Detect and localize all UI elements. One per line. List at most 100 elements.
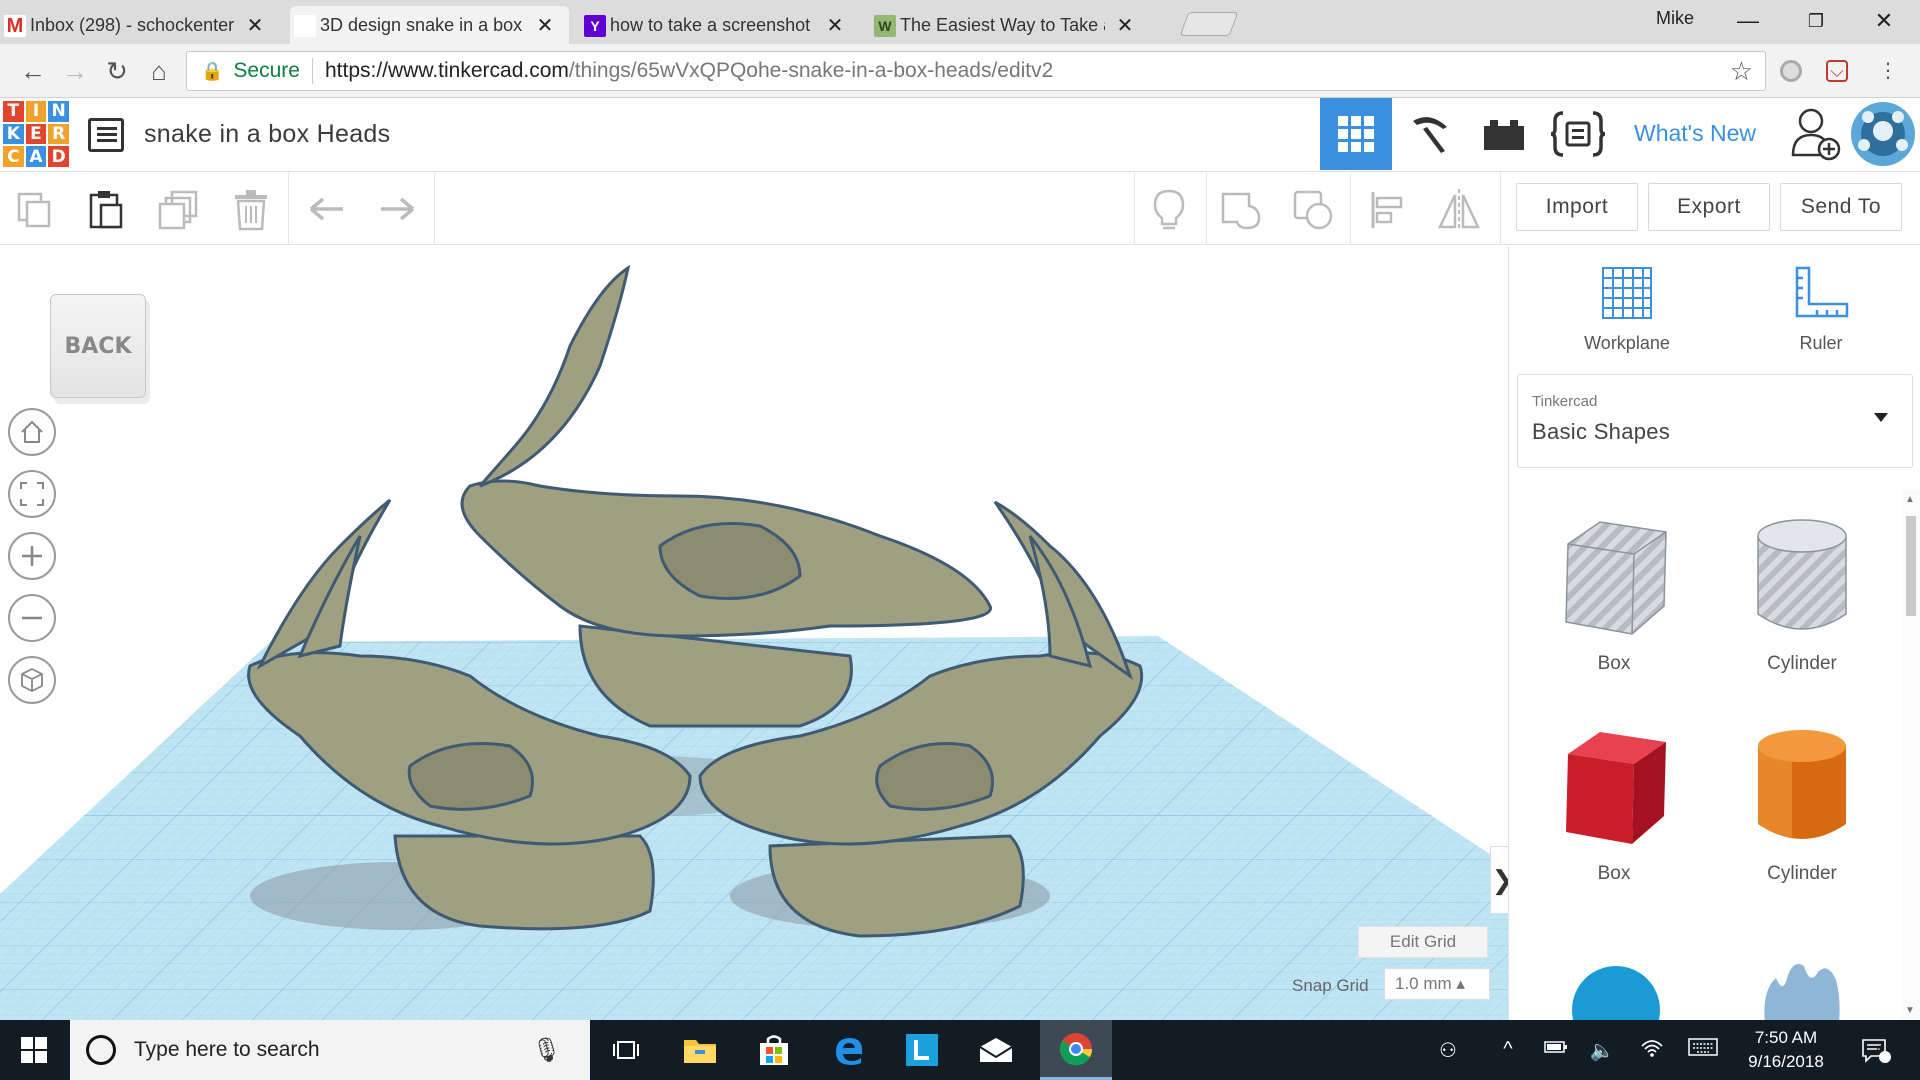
design-list-icon[interactable]: [88, 118, 124, 152]
lync-app-button[interactable]: [886, 1020, 958, 1080]
group-button[interactable]: [1218, 187, 1264, 233]
tab-title: The Easiest Way to Take a: [900, 14, 1105, 35]
profile-name[interactable]: Mike: [1656, 8, 1694, 29]
taskbar-clock[interactable]: 7:50 AM 9/16/2018: [1726, 1026, 1846, 1074]
forward-icon[interactable]: →: [60, 56, 90, 86]
home-icon: [21, 420, 43, 443]
undo-button[interactable]: [304, 187, 350, 233]
mirror-button[interactable]: [1436, 187, 1482, 233]
folder-icon: [684, 1040, 716, 1063]
shape-cylinder-hole[interactable]: Cylinder: [1717, 514, 1887, 675]
edge-button[interactable]: [812, 1020, 884, 1080]
mail-button[interactable]: [960, 1020, 1032, 1080]
action-center-icon[interactable]: 4: [1856, 1038, 1896, 1063]
zoom-out-button[interactable]: [8, 594, 56, 642]
chrome-button[interactable]: [1040, 1020, 1112, 1080]
workplane-icon: [1602, 267, 1652, 319]
taskbar-search-box[interactable]: Type here to search 🎙: [70, 1020, 590, 1080]
chevron-up-icon[interactable]: ^: [1494, 1038, 1522, 1062]
view-cube[interactable]: BACK: [50, 294, 146, 398]
delete-button[interactable]: [228, 187, 274, 233]
blocks-button[interactable]: [1394, 98, 1466, 170]
undo-icon: [309, 197, 343, 221]
minimize-button[interactable]: —: [1728, 6, 1768, 36]
perspective-button[interactable]: [8, 656, 56, 704]
striped-box-icon: [1565, 521, 1667, 635]
shape-cylinder[interactable]: Cylinder: [1717, 724, 1887, 885]
whats-new-link[interactable]: What's New: [1634, 120, 1756, 147]
panel-scrollbar[interactable]: ▲ ▼: [1902, 490, 1920, 1020]
tab-wikihow[interactable]: W The Easiest Way to Take a ✕: [870, 6, 1149, 44]
workplane-scene[interactable]: [0, 246, 1508, 1020]
zoom-in-button[interactable]: [8, 532, 56, 580]
3d-view-button[interactable]: [1320, 98, 1392, 170]
align-button[interactable]: [1364, 187, 1410, 233]
codeblocks-button[interactable]: [1542, 98, 1614, 170]
shape-box[interactable]: Box: [1529, 724, 1699, 885]
tinkercad-logo[interactable]: T I N K E R C A D: [3, 101, 69, 167]
microphone-icon[interactable]: 🎙: [532, 1036, 562, 1065]
ruler-icon: [1795, 266, 1849, 318]
store-button[interactable]: [738, 1020, 810, 1080]
paste-button[interactable]: [82, 187, 128, 233]
home-view-button[interactable]: [8, 408, 56, 456]
copy-button[interactable]: [12, 187, 58, 233]
plus-icon: [22, 546, 42, 566]
extension-circle-icon[interactable]: [1780, 60, 1802, 82]
avatar[interactable]: [1846, 98, 1920, 170]
reload-icon[interactable]: ↻: [102, 56, 132, 86]
volume-icon[interactable]: 🔈: [1588, 1038, 1616, 1062]
tab-gmail[interactable]: M Inbox (298) - schockenter ✕: [0, 6, 279, 44]
snap-grid-select[interactable]: 1.0 mm ▴: [1384, 968, 1490, 1000]
menu-dots-icon[interactable]: ⋮: [1874, 57, 1902, 85]
duplicate-button[interactable]: [156, 187, 202, 233]
red-box-icon: [1566, 732, 1666, 844]
edit-grid-button[interactable]: Edit Grid: [1358, 926, 1488, 958]
3d-workspace[interactable]: BACK Edit Grid Snap Grid 1.0 mm ▴ ❯: [0, 246, 1508, 1020]
codeblocks-icon: [1551, 111, 1605, 157]
pocket-extension-icon[interactable]: ⌵: [1826, 60, 1848, 82]
shape-library-dropdown[interactable]: Tinkercad Basic Shapes: [1517, 374, 1913, 468]
shape-scribble[interactable]: [1717, 952, 1887, 1020]
close-icon[interactable]: ✕: [245, 13, 265, 38]
scroll-down-icon[interactable]: ▼: [1905, 1005, 1915, 1016]
bookmark-star-icon[interactable]: ☆: [1730, 56, 1753, 87]
import-button[interactable]: Import: [1516, 183, 1638, 231]
close-icon[interactable]: ✕: [825, 13, 845, 38]
battery-icon[interactable]: [1542, 1038, 1570, 1062]
url-field[interactable]: 🔒 Secure https://www.tinkercad.com /thin…: [186, 51, 1766, 91]
keyboard-icon[interactable]: [1688, 1038, 1718, 1062]
add-user-icon: [1791, 108, 1841, 161]
workplane-tool[interactable]: Workplane: [1557, 266, 1697, 354]
home-icon[interactable]: ⌂: [144, 56, 174, 86]
collapse-panel-button[interactable]: ❯: [1490, 846, 1508, 914]
scrollbar-thumb[interactable]: [1906, 516, 1916, 616]
window-close-button[interactable]: ✕: [1864, 6, 1904, 36]
file-explorer-button[interactable]: [664, 1020, 736, 1080]
back-icon[interactable]: ←: [18, 56, 48, 86]
design-title[interactable]: snake in a box Heads: [144, 120, 390, 149]
fit-view-button[interactable]: [8, 470, 56, 518]
tab-yahoo[interactable]: Y how to take a screenshot ✕: [580, 6, 859, 44]
shape-box-hole[interactable]: Box: [1529, 514, 1699, 675]
new-tab-button[interactable]: [1179, 12, 1239, 36]
start-button[interactable]: [0, 1020, 68, 1080]
ungroup-button[interactable]: [1290, 187, 1336, 233]
wifi-icon[interactable]: [1638, 1038, 1666, 1062]
notes-button[interactable]: [1146, 187, 1192, 233]
shape-sphere[interactable]: [1529, 952, 1699, 1020]
export-button[interactable]: Export: [1648, 183, 1770, 231]
close-icon[interactable]: ✕: [535, 13, 555, 38]
tab-tinkercad[interactable]: 3D design snake in a box ✕: [290, 6, 569, 44]
close-icon[interactable]: ✕: [1115, 13, 1135, 38]
restore-button[interactable]: ❐: [1796, 6, 1836, 36]
send-to-button[interactable]: Send To: [1780, 183, 1902, 231]
bricks-button[interactable]: [1468, 98, 1540, 170]
task-view-button[interactable]: [590, 1020, 662, 1080]
scroll-up-icon[interactable]: ▲: [1905, 494, 1915, 505]
ruler-tool[interactable]: Ruler: [1751, 266, 1891, 354]
redo-button[interactable]: [374, 187, 420, 233]
people-icon[interactable]: ⚇: [1434, 1038, 1462, 1062]
add-user-button[interactable]: [1780, 98, 1852, 170]
lightbulb-icon: [1153, 189, 1185, 230]
